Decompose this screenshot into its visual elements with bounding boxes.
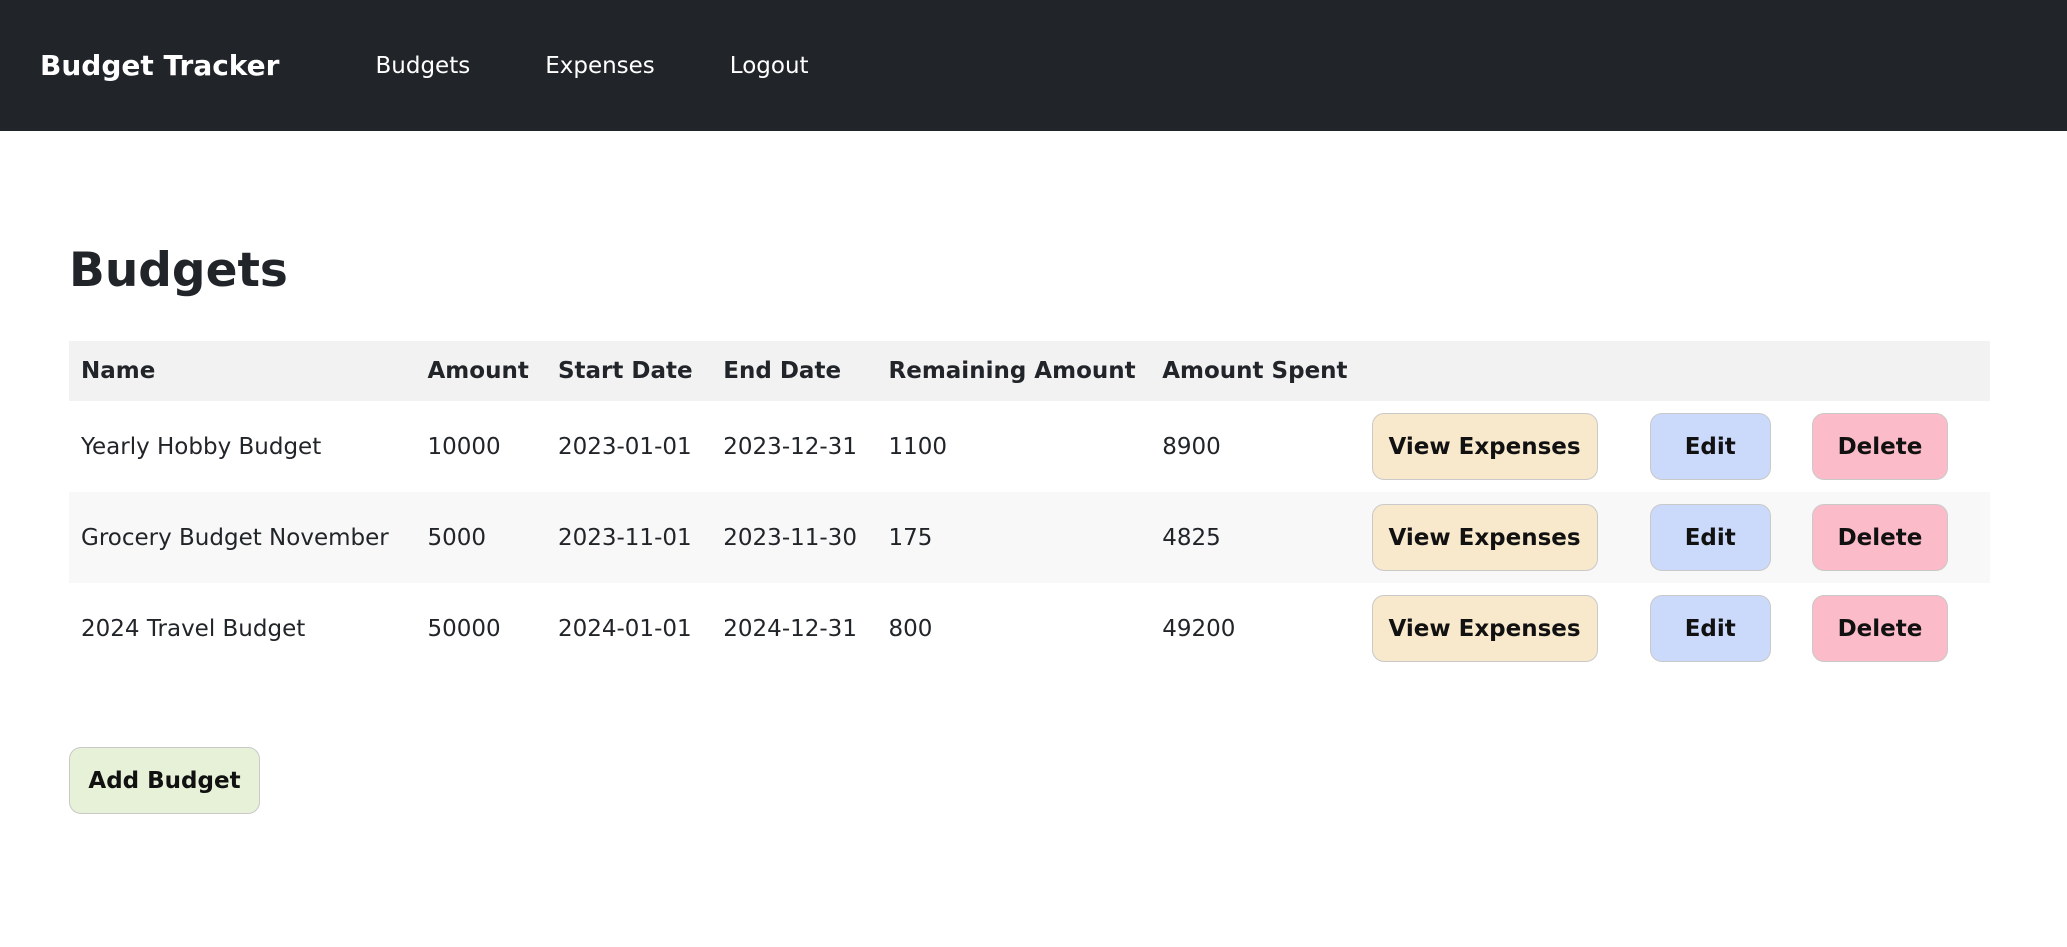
budget-end-date: 2023-11-30	[723, 524, 857, 551]
edit-cell: Edit	[1638, 583, 1800, 674]
edit-button[interactable]: Edit	[1649, 595, 1771, 663]
budget-end-date: 2024-12-31	[723, 615, 857, 642]
budget-amount-spent: 49200	[1162, 615, 1236, 642]
budget-amount-spent: 4825	[1162, 524, 1221, 551]
table-header-row: Name Amount Start Date End Date Remainin…	[69, 341, 1990, 402]
budget-amount: 10000	[427, 433, 501, 460]
budget-end-date: 2023-12-31	[723, 433, 857, 460]
delete-button[interactable]: Delete	[1811, 504, 1948, 572]
edit-cell: Edit	[1638, 492, 1800, 583]
delete-cell: Delete	[1800, 492, 1990, 583]
column-header-view	[1360, 341, 1638, 401]
delete-button[interactable]: Delete	[1811, 595, 1948, 663]
delete-cell: Delete	[1800, 401, 1990, 492]
top-navbar: Budget Tracker Budgets Expenses Logout	[0, 0, 2067, 131]
budget-start-date: 2024-01-01	[557, 615, 692, 642]
column-header-end-date: End Date	[723, 358, 842, 385]
column-header-amount-spent: Amount Spent	[1162, 358, 1348, 385]
column-header-name: Name	[81, 358, 156, 385]
nav-link-expenses[interactable]: Expenses	[545, 53, 655, 79]
column-header-start-date: Start Date	[557, 358, 693, 385]
budget-name: Grocery Budget November	[81, 524, 389, 551]
edit-button[interactable]: Edit	[1649, 504, 1771, 572]
budget-start-date: 2023-11-01	[557, 524, 692, 551]
app-brand[interactable]: Budget Tracker	[40, 49, 279, 82]
nav-link-logout[interactable]: Logout	[730, 53, 809, 79]
table-row: Yearly Hobby Budget 10000 2023-01-01 202…	[69, 401, 1990, 492]
budget-amount-spent: 8900	[1162, 433, 1221, 460]
budget-remaining-amount: 1100	[888, 433, 948, 460]
main-content: Budgets Name Amount Start Date End Date …	[0, 131, 2067, 815]
column-header-amount: Amount	[427, 358, 529, 385]
view-expenses-cell: View Expenses	[1360, 583, 1638, 674]
column-header-edit	[1638, 341, 1800, 401]
edit-button[interactable]: Edit	[1649, 413, 1771, 481]
view-expenses-button[interactable]: View Expenses	[1371, 413, 1598, 481]
table-row: Grocery Budget November 5000 2023-11-01 …	[69, 492, 1990, 584]
nav-link-budgets[interactable]: Budgets	[375, 53, 470, 79]
delete-button[interactable]: Delete	[1811, 413, 1948, 481]
view-expenses-button[interactable]: View Expenses	[1371, 504, 1598, 572]
budget-name: 2024 Travel Budget	[81, 615, 306, 642]
budget-remaining-amount: 175	[888, 524, 933, 551]
budget-start-date: 2023-01-01	[557, 433, 692, 460]
budget-amount: 50000	[427, 615, 501, 642]
column-header-remaining-amount: Remaining Amount	[888, 358, 1136, 385]
budget-remaining-amount: 800	[888, 615, 933, 642]
budgets-table: Name Amount Start Date End Date Remainin…	[69, 341, 1990, 674]
delete-cell: Delete	[1800, 583, 1990, 674]
table-row: 2024 Travel Budget 50000 2024-01-01 2024…	[69, 583, 1990, 674]
view-expenses-cell: View Expenses	[1360, 492, 1638, 583]
add-budget-button[interactable]: Add Budget	[69, 747, 260, 815]
view-expenses-button[interactable]: View Expenses	[1371, 595, 1598, 663]
view-expenses-cell: View Expenses	[1360, 401, 1638, 492]
column-header-delete	[1800, 341, 1990, 401]
budget-amount: 5000	[427, 524, 487, 551]
edit-cell: Edit	[1638, 401, 1800, 492]
page-title: Budgets	[69, 243, 288, 298]
budget-name: Yearly Hobby Budget	[81, 433, 322, 460]
